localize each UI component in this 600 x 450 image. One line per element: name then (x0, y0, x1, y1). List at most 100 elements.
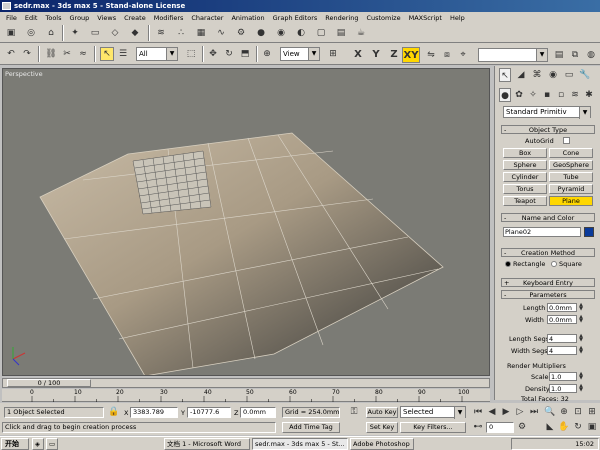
pivot-icon[interactable]: ⊕ (260, 47, 274, 61)
shape-icon[interactable]: ◇ (108, 26, 122, 40)
zoom-all-icon[interactable]: ⊕ (558, 406, 570, 418)
name-color-rollout[interactable]: - Name and Color (501, 213, 595, 222)
scale-input[interactable]: 1.0 (549, 372, 577, 381)
viewport-label[interactable]: Perspective (5, 70, 43, 78)
box-icon[interactable]: ▣ (4, 26, 18, 40)
create-tab-icon[interactable]: ↖ (499, 68, 511, 82)
pan-icon[interactable]: ✋ (558, 421, 570, 433)
length-input[interactable]: 0.0mm (547, 303, 577, 312)
utilities-tab-icon[interactable]: 🔧 (579, 68, 591, 82)
density-input[interactable]: 1.0 (549, 384, 577, 393)
task-photoshop[interactable]: Adobe Photoshop (350, 438, 414, 450)
named-selection-select[interactable] (478, 48, 548, 62)
helper-icon[interactable]: ⌂ (44, 26, 58, 40)
scale-icon[interactable]: ⬒ (238, 47, 252, 61)
current-frame-input[interactable]: 0 (486, 422, 514, 433)
render-icon[interactable]: ◉ (274, 26, 288, 40)
menu-group[interactable]: Group (66, 14, 94, 22)
autogrid-checkbox[interactable] (563, 137, 570, 144)
go-to-end-icon[interactable]: ⏭ (528, 406, 540, 418)
key-icon[interactable]: ⚿ (344, 406, 364, 418)
material-editor-icon[interactable]: ◍ (584, 48, 598, 62)
spacewarps-icon[interactable]: ≋ (569, 88, 581, 102)
axis-y-button[interactable]: Y (368, 47, 384, 63)
menu-customize[interactable]: Customize (362, 14, 404, 22)
menu-edit[interactable]: Edit (21, 14, 42, 22)
particle-icon[interactable]: ∴ (174, 26, 188, 40)
align-icon[interactable]: ⧈ (440, 48, 454, 62)
select-icon[interactable]: ↖ (100, 47, 114, 61)
object-type-rollout[interactable]: - Object Type (501, 125, 595, 134)
quicklaunch-icon[interactable]: ◈ (32, 438, 44, 450)
teapot-button[interactable]: Teapot (503, 196, 547, 206)
material-icon[interactable]: ◐ (294, 26, 308, 40)
modify-tab-icon[interactable]: ◢ (515, 68, 527, 82)
grid-icon[interactable]: ▤ (334, 26, 348, 40)
motion-tab-icon[interactable]: ◉ (547, 68, 559, 82)
spacewarp-icon[interactable]: ≋ (154, 26, 168, 40)
zoom-extents-icon[interactable]: ⊡ (572, 406, 584, 418)
width-input[interactable]: 0.0mm (547, 315, 577, 324)
region-select-icon[interactable]: ⬚ (184, 47, 198, 61)
key-filters-button[interactable]: Key Filters... (400, 422, 466, 433)
cone-button[interactable]: Cone (549, 148, 593, 158)
scale-spinner[interactable]: ▲ ▼ (578, 372, 584, 381)
menu-character[interactable]: Character (187, 14, 227, 22)
key-mode-icon[interactable]: ⊷ (472, 421, 484, 433)
camera-icon[interactable]: ▭ (88, 26, 102, 40)
arc-rotate-icon[interactable]: ↻ (572, 421, 584, 433)
geometry-icon[interactable]: ● (499, 88, 511, 102)
track-view-icon[interactable]: ▤ (552, 48, 566, 62)
bulb-icon[interactable]: ● (254, 26, 268, 40)
selection-filter-select[interactable]: All (136, 47, 178, 61)
select-by-name-icon[interactable]: ☰ (116, 47, 130, 61)
zoom-icon[interactable]: 🔍 (544, 406, 556, 418)
shapes-icon[interactable]: ✿ (513, 88, 525, 102)
menu-file[interactable]: File (2, 14, 21, 22)
auto-key-button[interactable]: Auto Key (366, 407, 398, 418)
menu-create[interactable]: Create (120, 14, 150, 22)
geosphere-button[interactable]: GeoSphere (549, 160, 593, 170)
task-3dsmax[interactable]: sedr.max - 3ds max 5 - St... (252, 438, 348, 450)
length-segs-input[interactable]: 4 (547, 334, 577, 343)
density-spinner[interactable]: ▲ ▼ (578, 384, 584, 393)
maximize-viewport-icon[interactable]: ▣ (586, 421, 598, 433)
zoom-extents-all-icon[interactable]: ⊞ (586, 406, 598, 418)
use-center-icon[interactable]: ⊞ (326, 47, 340, 61)
cylinder-icon[interactable]: ◎ (24, 26, 38, 40)
track-bar[interactable]: 0 10 20 30 40 50 60 70 80 90 100 (2, 389, 490, 402)
x-coordinate-input[interactable]: 3383.789 (130, 407, 178, 418)
width-spinner[interactable]: ▲ ▼ (578, 315, 584, 324)
fov-icon[interactable]: ◣ (544, 421, 556, 433)
time-slider-thumb[interactable]: 0 / 100 (7, 379, 91, 387)
dynamics-icon[interactable]: ⚙ (234, 26, 248, 40)
width-segs-spinner[interactable]: ▲ ▼ (578, 346, 584, 355)
object-name-input[interactable]: Plane02 (503, 227, 581, 237)
time-config-icon[interactable]: ⚙ (516, 421, 528, 433)
pyramid-button[interactable]: Pyramid (549, 184, 593, 194)
creation-method-rollout[interactable]: - Creation Method (501, 248, 595, 257)
teapot-icon[interactable]: ☕ (354, 26, 368, 40)
plane-object[interactable] (39, 132, 444, 377)
nurbs-icon[interactable]: ∿ (214, 26, 228, 40)
mirror-icon[interactable]: ⇋ (424, 48, 438, 62)
z-coordinate-input[interactable]: 0.0mm (240, 407, 276, 418)
y-coordinate-input[interactable]: -10777.6 (187, 407, 231, 418)
lights-icon[interactable]: ✧ (527, 88, 539, 102)
menu-maxscript[interactable]: MAXScript (405, 14, 446, 22)
plane-button[interactable]: Plane (549, 196, 593, 206)
menu-help[interactable]: Help (446, 14, 469, 22)
cylinder-button[interactable]: Cylinder (503, 172, 547, 182)
box-button[interactable]: Box (503, 148, 547, 158)
menu-views[interactable]: Views (93, 14, 120, 22)
menu-tools[interactable]: Tools (41, 14, 65, 22)
set-key-button[interactable]: Set Key (366, 422, 398, 433)
compound-icon[interactable]: ◆ (128, 26, 142, 40)
patch-icon[interactable]: ▦ (194, 26, 208, 40)
square-radio[interactable] (551, 261, 557, 267)
cube-icon[interactable]: ▢ (314, 26, 328, 40)
time-slider[interactable]: 0 / 100 (2, 378, 490, 388)
length-spinner[interactable]: ▲ ▼ (578, 303, 584, 312)
quicklaunch-desktop-icon[interactable]: ▭ (46, 438, 58, 450)
length-segs-spinner[interactable]: ▲ ▼ (578, 334, 584, 343)
